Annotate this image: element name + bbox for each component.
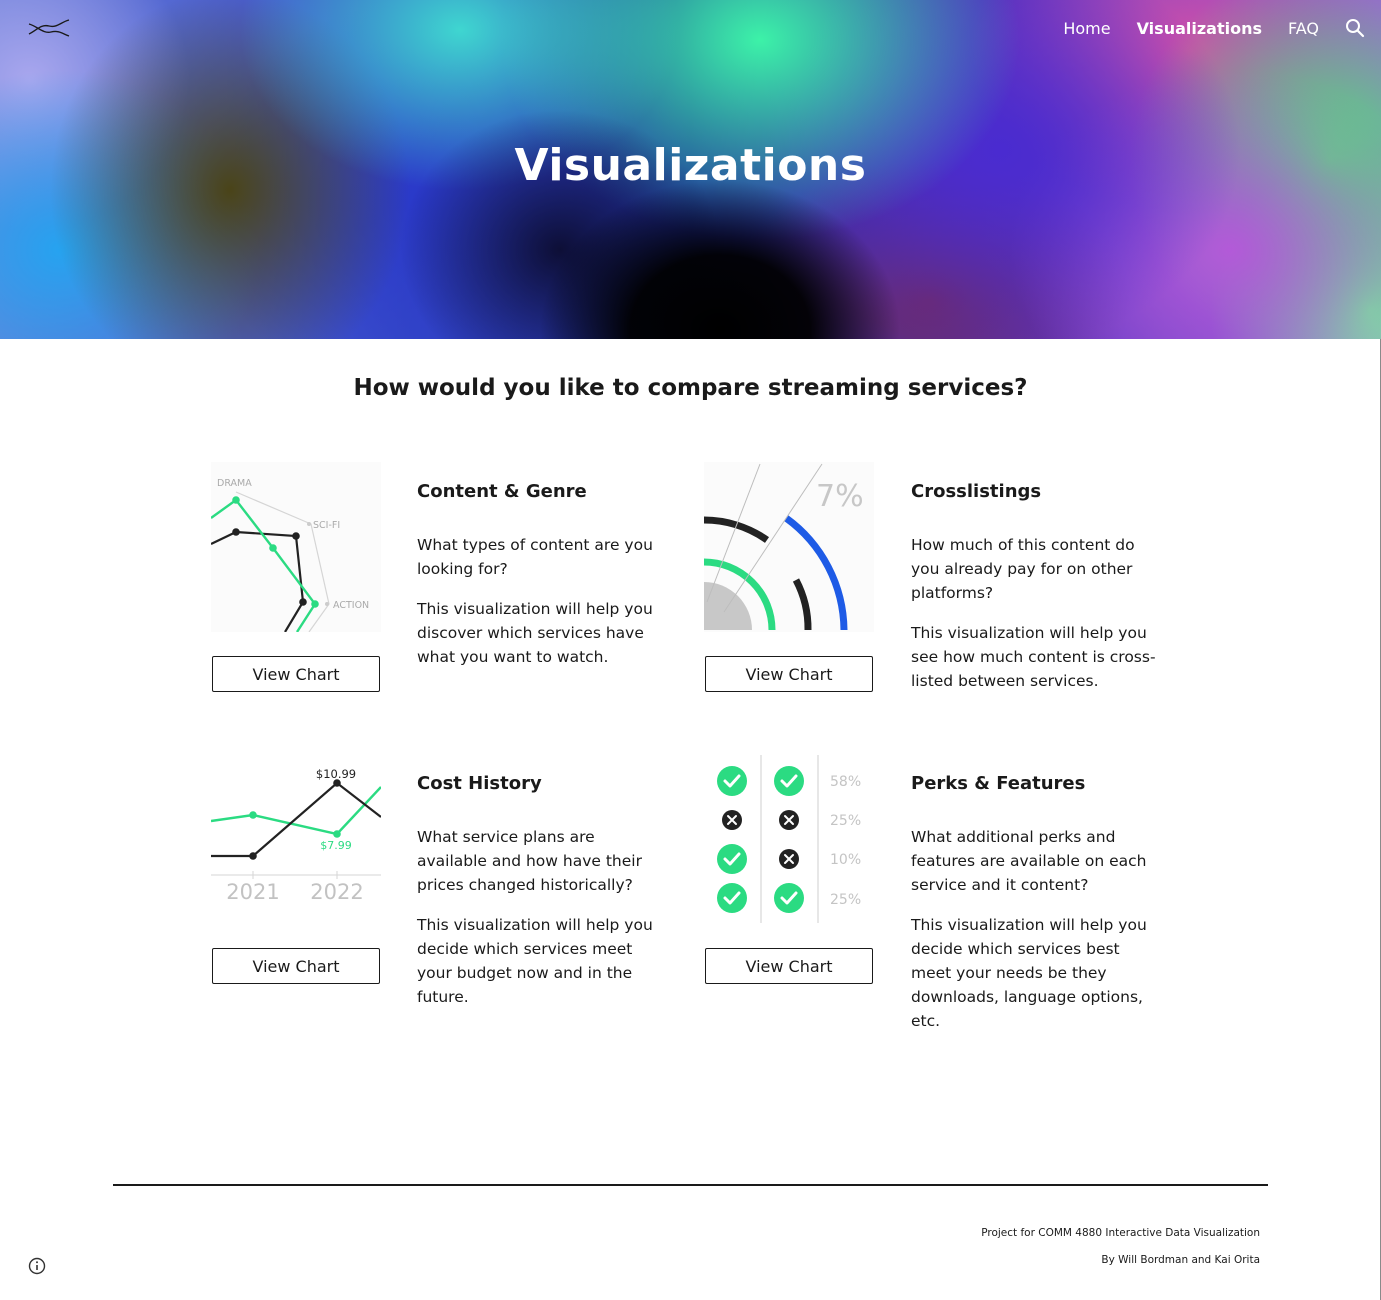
card-description-cost-history: This visualization will help you decide …: [417, 916, 653, 1006]
content-genre-thumbnail: DRAMA SCI-FI ACTION: [211, 462, 381, 632]
price-high-label: $10.99: [316, 767, 356, 781]
check-icon: [717, 883, 747, 913]
view-chart-button-perks-features[interactable]: View Chart: [705, 948, 873, 984]
nav-home[interactable]: Home: [1063, 19, 1110, 38]
card-description-content-genre: This visualization will help you discove…: [417, 600, 653, 666]
perk-percent-1: 58%: [830, 774, 861, 790]
perk-percent-3: 10%: [830, 852, 861, 868]
top-nav: Home Visualizations FAQ: [1037, 0, 1381, 56]
nav-faq[interactable]: FAQ: [1288, 19, 1319, 38]
crosslist-percent-label: 7%: [816, 479, 864, 514]
search-icon[interactable]: [1345, 18, 1365, 38]
footer-project-line: Project for COMM 4880 Interactive Data V…: [981, 1227, 1260, 1239]
card-question-crosslistings: How much of this content do you already …: [911, 536, 1135, 602]
view-chart-button-cost-history[interactable]: View Chart: [212, 948, 380, 984]
card-question-cost-history: What service plans are available and how…: [417, 828, 642, 894]
x-icon: [779, 849, 799, 869]
crosslistings-thumbnail: 7%: [704, 462, 874, 632]
card-title-perks-features: Perks & Features: [911, 773, 1086, 794]
card-title-crosslistings: Crosslistings: [911, 481, 1042, 502]
x-icon: [722, 810, 742, 830]
x-icon: [779, 810, 799, 830]
card-description-crosslistings: This visualization will help you see how…: [911, 624, 1156, 690]
card-description-perks-features: This visualization will help you decide …: [911, 916, 1147, 1030]
scifi-label: SCI-FI: [313, 520, 340, 531]
hero-banner: Home Visualizations FAQ Visualizations: [0, 0, 1381, 339]
site-logo[interactable]: [27, 16, 71, 40]
cost-history-thumbnail: 2021 2022 $10.99 $7.99: [211, 755, 381, 925]
info-icon[interactable]: [28, 1257, 46, 1275]
footer-authors-line: By Will Bordman and Kai Orita: [1101, 1254, 1260, 1266]
section-question: How would you like to compare streaming …: [353, 375, 1028, 401]
card-title-cost-history: Cost History: [417, 773, 542, 794]
check-icon: [774, 883, 804, 913]
footer-divider: [113, 1184, 1268, 1186]
action-label: ACTION: [333, 600, 369, 611]
page-title: Visualizations: [514, 140, 867, 191]
drama-label: DRAMA: [217, 478, 252, 489]
year-2022-label: 2022: [310, 880, 363, 904]
perks-features-thumbnail: 58% 25% 10% 25%: [704, 755, 874, 925]
card-question-perks-features: What additional perks and features are a…: [911, 828, 1147, 894]
check-icon: [717, 766, 747, 796]
view-chart-button-content-genre[interactable]: View Chart: [212, 656, 380, 692]
perk-percent-2: 25%: [830, 813, 861, 829]
view-chart-button-crosslistings[interactable]: View Chart: [705, 656, 873, 692]
card-title-content-genre: Content & Genre: [417, 481, 587, 502]
year-2021-label: 2021: [226, 880, 279, 904]
perk-percent-4: 25%: [830, 892, 861, 908]
nav-visualizations[interactable]: Visualizations: [1137, 19, 1262, 38]
check-icon: [774, 766, 804, 796]
check-icon: [717, 844, 747, 874]
price-low-label: $7.99: [320, 839, 352, 852]
card-question-content-genre: What types of content are you looking fo…: [417, 536, 653, 578]
